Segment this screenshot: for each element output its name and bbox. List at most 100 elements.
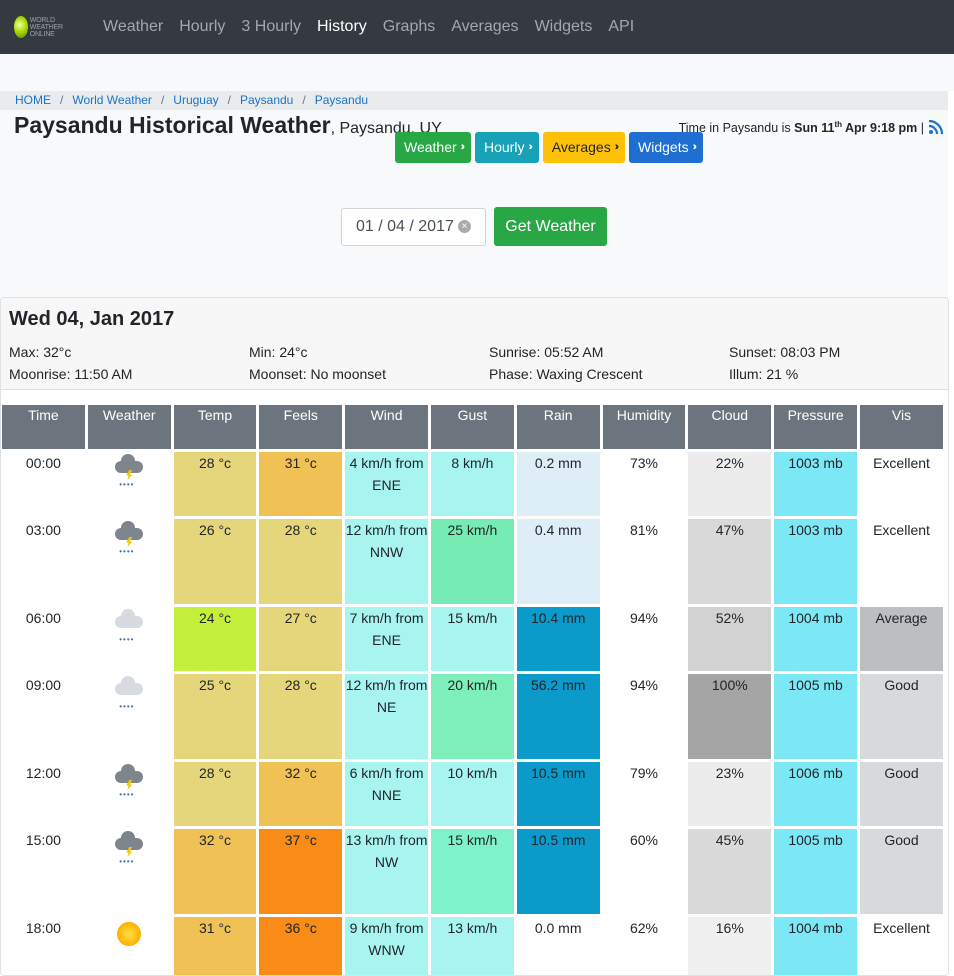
thunder-rain-icon: •••• [113, 521, 145, 556]
column-header-pressure: Pressure [774, 405, 858, 449]
local-time-rest: Apr 9:18 pm [842, 121, 918, 136]
weather-cell: •••• [88, 607, 171, 671]
breadcrumb-link[interactable]: HOME [15, 93, 51, 107]
rain-cell: 0.2 mm [516, 452, 600, 516]
column-header-time: Time [2, 405, 85, 449]
column-header-rain: Rain [516, 405, 600, 449]
breadcrumb-link[interactable]: Paysandu [240, 93, 293, 107]
pressure-cell: 1006 mb [774, 762, 858, 826]
temp-cell: 28 °c [173, 762, 257, 826]
sunset: Sunset: 08:03 PM [729, 344, 841, 360]
cloud-cell: 23% [688, 762, 772, 826]
gust-cell: 10 km/h [430, 762, 514, 826]
rain-cell: 10.4 mm [516, 607, 600, 671]
averages-button[interactable]: Averages ›› [542, 132, 626, 163]
visibility-cell: Excellent [860, 519, 943, 604]
breadcrumb-link[interactable]: Paysandu [315, 93, 368, 107]
day-info-grid: Max: 32°c Min: 24°c Sunrise: 05:52 AM Su… [9, 341, 940, 385]
table-row: 06:00 •••• 24 °c 27 °c 7 km/h from ENE 15 km/… [2, 607, 943, 671]
hourly-button[interactable]: Hourly ›› [475, 132, 539, 163]
gust-cell: 20 km/h [430, 674, 514, 759]
heavy-rain-icon: •••• [113, 676, 145, 711]
column-header-cloud: Cloud [688, 405, 772, 449]
globe-icon [14, 16, 28, 38]
widgets-button-label: Widgets [638, 139, 689, 155]
feels-cell: 37 °c [259, 829, 343, 914]
breadcrumb-separator: / [160, 93, 165, 107]
site-logo[interactable]: WORLD WEATHER ONLINE [14, 12, 84, 42]
column-header-weather: Weather [87, 405, 171, 449]
humidity-cell: 73% [602, 452, 686, 516]
nav-link-averages[interactable]: Averages [451, 18, 518, 36]
day-summary: Wed 04, Jan 2017 Max: 32°c Min: 24°c Sun… [1, 298, 948, 390]
rain-cell: 0.0 mm [516, 917, 600, 975]
heavy-rain-icon: •••• [113, 609, 145, 644]
temp-cell: 28 °c [173, 452, 257, 516]
weather-cell: •••• [88, 674, 171, 759]
temp-cell: 32 °c [173, 829, 257, 914]
breadcrumb-link[interactable]: Uruguay [173, 93, 218, 107]
humidity-cell: 94% [602, 607, 686, 671]
column-header-vis: Vis [860, 405, 943, 449]
double-chevron-icon: ›› [528, 141, 533, 153]
pressure-cell: 1004 mb [774, 917, 858, 975]
moon-illumination: Illum: 21 % [729, 366, 799, 382]
feels-cell: 27 °c [259, 607, 343, 671]
temp-cell: 31 °c [173, 917, 257, 975]
visibility-cell: Excellent [860, 917, 943, 975]
rss-icon[interactable] [928, 119, 944, 135]
weather-button[interactable]: Weather ›› [395, 132, 471, 163]
table-header-row: Time Weather Temp Feels Wind Gust Rain Humidity… [2, 405, 943, 449]
cloud-cell: 16% [688, 917, 772, 975]
nav-link-api[interactable]: API [608, 18, 634, 36]
visibility-cell: Good [860, 674, 943, 759]
sunrise: Sunrise: 05:52 AM [489, 344, 604, 360]
thunder-rain-icon: •••• [113, 831, 145, 866]
rain-cell: 10.5 mm [516, 829, 600, 914]
moonset: Moonset: No moonset [249, 366, 386, 382]
breadcrumb-link[interactable]: World Weather [72, 93, 152, 107]
nav-link-graphs[interactable]: Graphs [383, 18, 435, 36]
widgets-button[interactable]: Widgets ›› [629, 132, 703, 163]
page-title: Paysandu Historical Weather, Paysandu, U… [14, 112, 442, 139]
nav-link-widgets[interactable]: Widgets [535, 18, 593, 36]
wind-cell: 4 km/h from ENE [345, 452, 428, 516]
day-history-card: Wed 04, Jan 2017 Max: 32°c Min: 24°c Sun… [0, 297, 949, 976]
clear-icon[interactable]: × [458, 220, 471, 233]
nav-link-hourly[interactable]: Hourly [179, 18, 225, 36]
hourly-table: Time Weather Temp Feels Wind Gust Rain Humidity… [1, 402, 946, 975]
time-cell: 00:00 [2, 452, 85, 516]
humidity-cell: 60% [602, 829, 686, 914]
pressure-cell: 1003 mb [774, 452, 858, 516]
feels-cell: 36 °c [259, 917, 343, 975]
feels-cell: 28 °c [259, 674, 343, 759]
breadcrumb-separator: / [60, 93, 64, 107]
double-chevron-icon: ›› [614, 141, 620, 153]
wind-cell: 12 km/h from NNW [345, 519, 428, 604]
visibility-cell: Excellent [860, 452, 943, 516]
temp-cell: 25 °c [173, 674, 257, 759]
moonrise: Moonrise: 11:50 AM [9, 366, 133, 382]
spacer [0, 54, 954, 91]
nav-link-3-hourly[interactable]: 3 Hourly [241, 18, 301, 36]
nav-link-weather[interactable]: Weather [103, 18, 163, 36]
date-input[interactable]: 01 / 04 / 2017 × [341, 208, 486, 246]
gust-cell: 15 km/h [430, 607, 514, 671]
local-time: Time in Paysandu is Sun 11th Apr 9:18 pm… [679, 120, 924, 135]
time-cell: 06:00 [2, 607, 85, 671]
gust-cell: 8 km/h [430, 452, 514, 516]
table-row: 03:00 •••• 26 °c 28 °c 12 km/h from NNW 25 km… [2, 519, 943, 604]
view-buttons: Weather ›› Hourly ›› Averages ›› Widgets ›› [395, 132, 703, 163]
pressure-cell: 1005 mb [774, 829, 858, 914]
feels-cell: 32 °c [259, 762, 343, 826]
cloud-cell: 100% [688, 674, 772, 759]
humidity-cell: 79% [602, 762, 686, 826]
nav-link-history[interactable]: History [317, 18, 367, 36]
moon-phase: Phase: Waxing Crescent [489, 366, 643, 382]
time-cell: 12:00 [2, 762, 85, 826]
get-weather-button[interactable]: Get Weather [494, 207, 607, 246]
humidity-cell: 81% [602, 519, 686, 604]
day-title: Wed 04, Jan 2017 [9, 308, 175, 330]
time-cell: 15:00 [2, 829, 85, 914]
top-navbar: WORLD WEATHER ONLINE Weather Hourly 3 Hour… [0, 0, 954, 54]
